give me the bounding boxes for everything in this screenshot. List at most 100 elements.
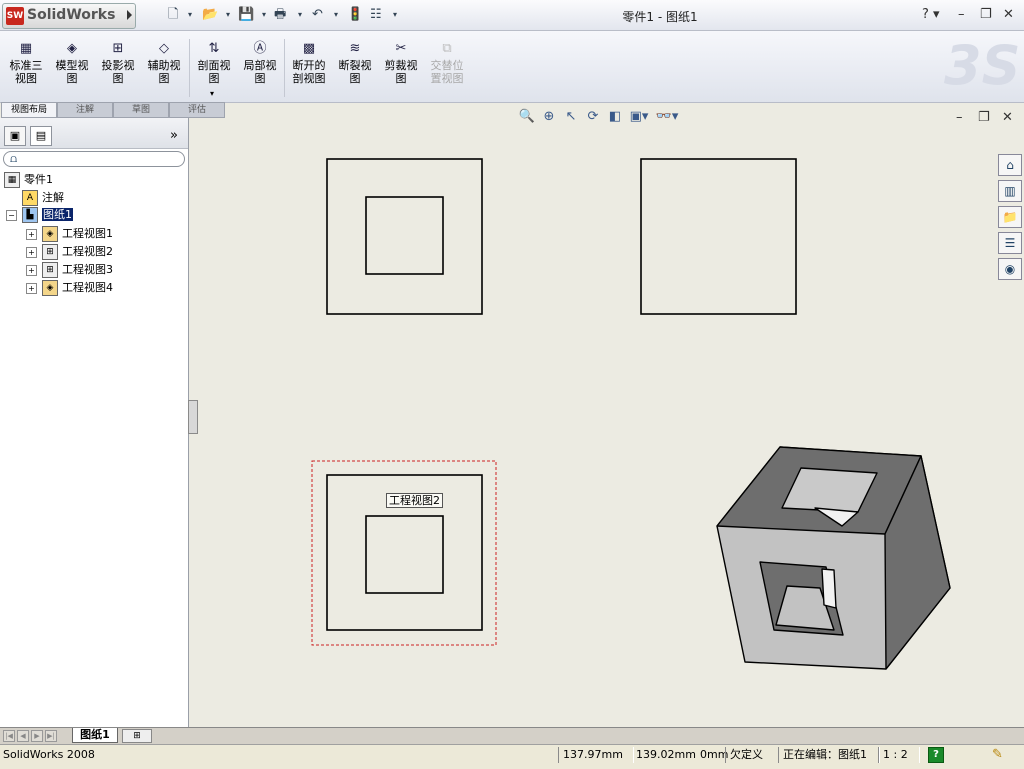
feature-manager-panel: ▣ ▤ » ⩍ ▦ 零件1 A 注解 − ▙ 图纸1 + ◈ 工程视图1 + ⊞ 工程视图2 +… [0, 118, 189, 727]
feature-manager-tab[interactable]: ▣ [4, 126, 26, 146]
expand-icon[interactable]: + [26, 282, 37, 294]
collapse-icon[interactable]: − [6, 209, 17, 221]
expand-icon[interactable]: + [26, 246, 37, 258]
new-dropdown-icon[interactable]: ▾ [188, 6, 192, 24]
crop-view-icon: ✂ [395, 41, 407, 56]
button-label: 辅助视 图 [147, 59, 181, 85]
new-document-icon[interactable]: 🗋 [168, 6, 178, 24]
file-explorer-icon[interactable]: 📁 [998, 206, 1022, 228]
auxiliary-view-button[interactable]: ◇ 辅助视 图 [142, 41, 186, 101]
alternate-position-icon: ⧉ [442, 41, 452, 56]
button-label: 剪裁视 图 [384, 59, 418, 85]
rotate-icon[interactable]: ⟳ [582, 109, 604, 124]
zoom-to-fit-icon[interactable]: 🔍 [516, 109, 538, 124]
drawing-view-1[interactable] [326, 158, 483, 315]
display-style-icon[interactable]: ▣▾ [626, 109, 652, 124]
solidworks-menu-button[interactable]: SW SolidWorks [2, 3, 136, 29]
tree-item-label: 图纸1 [42, 208, 73, 221]
selection-box [311, 460, 497, 646]
auxiliary-view-icon: ◇ [159, 41, 169, 56]
detail-view-button[interactable]: Ⓐ 局部视 图 [238, 41, 282, 101]
open-icon[interactable]: 📂 [202, 6, 218, 24]
drawing-view-2[interactable] [311, 460, 497, 646]
first-sheet-icon[interactable]: |◀ [3, 730, 15, 742]
add-sheet-icon[interactable]: ⊞ [122, 729, 152, 743]
view-palette-icon[interactable]: ☰ [998, 232, 1022, 254]
prev-sheet-icon[interactable]: ◀ [17, 730, 29, 742]
tree-item-label: 工程视图2 [62, 245, 113, 258]
tree-root-part[interactable]: ▦ 零件1 [4, 171, 53, 189]
alternate-position-view-button[interactable]: ⧉ 交替位 置视图 [425, 41, 469, 101]
status-bar: SolidWorks 2008 137.97mm 139.02mm 0mm 欠定… [0, 744, 1024, 769]
drawing-sheet-canvas[interactable]: 工程视图2 [190, 118, 1024, 727]
sheet-icon: ▙ [22, 207, 38, 223]
help-menu-button[interactable]: ? ▾ [922, 7, 940, 23]
drawing-view-icon: ◈ [42, 226, 58, 242]
undo-dropdown-icon[interactable]: ▾ [334, 6, 338, 24]
hide-show-icon[interactable]: 👓▾ [652, 109, 682, 124]
status-scale[interactable]: 1 : 2 [878, 747, 920, 763]
section-view-dropdown-icon[interactable]: ▾ [210, 89, 214, 98]
undo-icon[interactable]: ↶ [312, 6, 323, 24]
expand-icon[interactable]: + [26, 264, 37, 276]
broken-out-section-button[interactable]: ▩ 断开的 剖视图 [287, 41, 331, 101]
drawing-view-3[interactable] [640, 158, 797, 315]
title-bar: SW SolidWorks 🗋 ▾ 📂 ▾ 💾 ▾ 🖶 ▾ ↶ ▾ 🚦 ☷ ▾ … [0, 0, 1024, 31]
command-tabs: 视图布局 注解 草图 评估 [0, 102, 225, 118]
projected-view-button[interactable]: ⊞ 投影视 图 [96, 41, 140, 101]
appearance-icon[interactable]: ◉ [998, 258, 1022, 280]
tab-sketch[interactable]: 草图 [113, 102, 169, 118]
options-dropdown-icon[interactable]: ▾ [393, 6, 397, 24]
doc-close-icon[interactable]: ✕ [1002, 110, 1013, 125]
crop-view-button[interactable]: ✂ 剪裁视 图 [379, 41, 423, 101]
button-label: 局部视 图 [243, 59, 277, 85]
save-dropdown-icon[interactable]: ▾ [262, 6, 266, 24]
ribbon-separator [284, 39, 285, 97]
open-dropdown-icon[interactable]: ▾ [226, 6, 230, 24]
tab-evaluate[interactable]: 评估 [169, 102, 225, 118]
property-manager-tab[interactable]: ▤ [30, 126, 52, 146]
break-view-button[interactable]: ≋ 断裂视 图 [333, 41, 377, 101]
button-label: 模型视 图 [55, 59, 89, 85]
tree-item-annotations[interactable]: A 注解 [22, 189, 64, 207]
pin-icon[interactable]: ✎ [992, 747, 1003, 763]
broken-out-section-icon: ▩ [302, 41, 316, 56]
tree-item-view1[interactable]: + ◈ 工程视图1 [26, 225, 113, 243]
rebuild-icon[interactable]: 🚦 [347, 6, 363, 24]
expand-icon[interactable]: + [26, 228, 37, 240]
tree-filter-input[interactable]: ⩍ [3, 151, 185, 167]
doc-minimize-icon[interactable]: – [956, 110, 963, 125]
expand-panel-icon[interactable]: » [170, 128, 178, 143]
design-library-icon[interactable]: ▥ [998, 180, 1022, 202]
save-icon[interactable]: 💾 [238, 6, 254, 24]
status-editing: 正在编辑：图纸1 [778, 747, 880, 763]
next-sheet-icon[interactable]: ▶ [31, 730, 43, 742]
standard-3-view-button[interactable]: ▦ 标准三 视图 [4, 41, 48, 101]
print-icon[interactable]: 🖶 [274, 6, 286, 24]
zoom-area-icon[interactable]: ⊕ [538, 109, 560, 124]
close-icon[interactable]: ✕ [1003, 7, 1014, 23]
home-icon[interactable]: ⌂ [998, 154, 1022, 176]
tab-view-layout[interactable]: 视图布局 [1, 102, 57, 118]
options-icon[interactable]: ☷ [370, 6, 382, 24]
drawing-view-icon: ◈ [42, 280, 58, 296]
tab-annotation[interactable]: 注解 [57, 102, 113, 118]
minimize-icon[interactable]: – [958, 7, 965, 23]
button-label: 标准三 视图 [9, 59, 43, 85]
tree-item-view3[interactable]: + ⊞ 工程视图3 [26, 261, 113, 279]
last-sheet-icon[interactable]: ▶| [45, 730, 57, 742]
sheet-tab-active[interactable]: 图纸1 [72, 728, 118, 743]
restore-icon[interactable]: ❐ [980, 7, 992, 23]
tree-item-view4[interactable]: + ◈ 工程视图4 [26, 279, 113, 297]
doc-restore-icon[interactable]: ❐ [978, 110, 990, 125]
model-view-button[interactable]: ◈ 模型视 图 [50, 41, 94, 101]
section-icon[interactable]: ◧ [604, 109, 626, 124]
button-label: 剖面视 图 [197, 59, 231, 85]
drawing-view-4-isometric[interactable] [716, 446, 951, 670]
quick-tips-help-icon[interactable]: ? [928, 747, 944, 763]
menu-arrow-icon [127, 10, 132, 20]
tree-item-sheet[interactable]: − ▙ 图纸1 [6, 206, 73, 224]
previous-view-icon[interactable]: ↖ [560, 109, 582, 124]
tree-item-view2[interactable]: + ⊞ 工程视图2 [26, 243, 113, 261]
print-dropdown-icon[interactable]: ▾ [298, 6, 302, 24]
